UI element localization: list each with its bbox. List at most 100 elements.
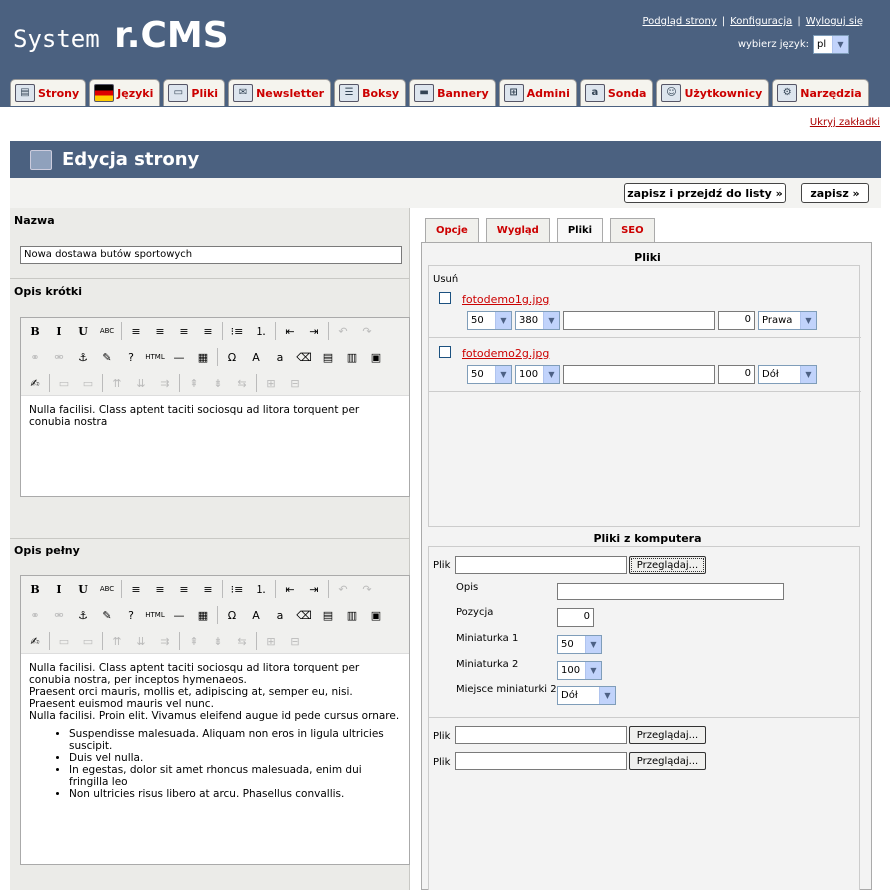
thumb1-select[interactable]: 50 ▼ [467,311,512,330]
file-place-select[interactable]: Dół ▼ [758,365,817,384]
tab-opcje[interactable]: Opcje [425,218,479,242]
logout-link[interactable]: Wyloguj się [806,16,863,27]
tab-pliki-active[interactable]: Pliki [556,218,604,242]
file-path-input[interactable] [455,726,627,744]
mini1-select[interactable]: 50 ▼ [557,635,602,654]
cleanup-icon[interactable]: ✎ [97,605,117,625]
paste-icon[interactable]: ▤ [318,605,338,625]
delete-checkbox[interactable] [439,292,451,304]
link-icon[interactable]: ⚭ [25,347,45,367]
file-desc-input[interactable] [563,365,715,384]
bold-icon[interactable]: B [25,579,45,599]
cleanup-icon[interactable]: ✎ [97,347,117,367]
link-icon[interactable]: ⚭ [25,605,45,625]
delete-row-icon[interactable]: ⇉ [155,631,175,651]
edit-icon[interactable]: ✍ [25,631,45,651]
redo-icon[interactable]: ↷ [357,579,377,599]
undo-icon[interactable]: ↶ [333,321,353,341]
indent-icon[interactable]: ⇥ [304,321,324,341]
tab-uzytkownicy[interactable]: ☺ Użytkownicy [656,79,770,106]
eraser-icon[interactable]: ⌫ [294,605,314,625]
delete-col-icon[interactable]: ⇆ [232,373,252,393]
place-select[interactable]: Dół ▼ [557,686,616,705]
redo-icon[interactable]: ↷ [357,321,377,341]
row-after-icon[interactable]: ⇊ [131,631,151,651]
preview-link[interactable]: Podgląd strony [642,16,716,27]
html-icon[interactable]: HTML [145,347,165,367]
tab-seo[interactable]: SEO [610,218,655,242]
tab-strony[interactable]: ▤ Strony [10,79,87,106]
special-char-icon[interactable]: Ω [222,605,242,625]
edit-icon[interactable]: ✍ [25,373,45,393]
image-icon[interactable]: ▣ [366,347,386,367]
strikethrough-icon[interactable]: ABC [97,321,117,341]
name-input[interactable]: Nowa dostawa butów sportowych [20,246,402,264]
merge-cells-icon[interactable]: ⊟ [285,631,305,651]
full-desc-text[interactable]: Nulla facilisi. Class aptent taciti soci… [21,654,409,808]
split-cells-icon[interactable]: ⊞ [261,373,281,393]
bullet-list-icon[interactable]: ⁝≡ [227,321,247,341]
row-after-icon[interactable]: ⇊ [131,373,151,393]
cell-props-icon[interactable]: ▭ [78,631,98,651]
align-left-icon[interactable]: ≡ [126,321,146,341]
tab-narzedzia[interactable]: ⚙ Narzędzia [772,79,869,106]
underline-icon[interactable]: U [73,579,93,599]
bold-icon[interactable]: B [25,321,45,341]
table-props-icon[interactable]: ▭ [54,373,74,393]
col-after-icon[interactable]: ⇟ [208,373,228,393]
paste-word-icon[interactable]: ▥ [342,605,362,625]
numbered-list-icon[interactable]: ⒈ [251,579,271,599]
merge-cells-icon[interactable]: ⊟ [285,373,305,393]
tab-boksy[interactable]: ☰ Boksy [334,79,407,106]
hr-icon[interactable]: — [169,347,189,367]
help-icon[interactable]: ? [121,347,141,367]
bullet-list-icon[interactable]: ⁝≡ [227,579,247,599]
align-center-icon[interactable]: ≡ [150,321,170,341]
cell-props-icon[interactable]: ▭ [78,373,98,393]
delete-row-icon[interactable]: ⇉ [155,373,175,393]
file-link[interactable]: fotodemo2g.jpg [462,347,549,360]
thumb2-select[interactable]: 100 ▼ [515,365,560,384]
col-before-icon[interactable]: ⇞ [184,373,204,393]
table-icon[interactable]: ▦ [193,605,213,625]
save-and-list-button[interactable]: zapisz i przejdź do listy » [624,183,786,203]
unlink-icon[interactable]: ⚮ [49,605,69,625]
row-before-icon[interactable]: ⇈ [107,373,127,393]
align-center-icon[interactable]: ≡ [150,579,170,599]
short-desc-text[interactable]: Nulla facilisi. Class aptent taciti soci… [21,396,409,436]
file-pos-input[interactable]: 0 [718,311,755,330]
row-before-icon[interactable]: ⇈ [107,631,127,651]
tab-sonda[interactable]: a Sonda [579,79,654,106]
col-after-icon[interactable]: ⇟ [208,631,228,651]
browse-button[interactable]: Przeglądaj... [629,752,706,770]
special-char-icon[interactable]: Ω [222,347,242,367]
thumb1-select[interactable]: 50 ▼ [467,365,512,384]
tab-newsletter[interactable]: ✉ Newsletter [228,79,332,106]
file-path-input[interactable] [455,752,627,770]
style-icon[interactable]: a [270,347,290,367]
underline-icon[interactable]: U [73,321,93,341]
italic-icon[interactable]: I [49,321,69,341]
config-link[interactable]: Konfiguracja [730,16,792,27]
delete-col-icon[interactable]: ⇆ [232,631,252,651]
paste-icon[interactable]: ▤ [318,347,338,367]
anchor-icon[interactable]: ⚓ [73,605,93,625]
file-pos-input[interactable]: 0 [718,365,755,384]
style-icon[interactable]: a [270,605,290,625]
numbered-list-icon[interactable]: ⒈ [251,321,271,341]
thumb2-select[interactable]: 380 ▼ [515,311,560,330]
split-cells-icon[interactable]: ⊞ [261,631,281,651]
justify-icon[interactable]: ≡ [198,321,218,341]
table-icon[interactable]: ▦ [193,347,213,367]
html-icon[interactable]: HTML [145,605,165,625]
table-props-icon[interactable]: ▭ [54,631,74,651]
eraser-icon[interactable]: ⌫ [294,347,314,367]
file-path-input[interactable] [455,556,627,574]
tab-wyglad[interactable]: Wygląd [485,218,550,242]
tab-bannery[interactable]: ▬ Bannery [409,79,496,106]
delete-checkbox[interactable] [439,346,451,358]
outdent-icon[interactable]: ⇤ [280,321,300,341]
browse-button[interactable]: Przeglądaj... [629,556,706,574]
strikethrough-icon[interactable]: ABC [97,579,117,599]
anchor-icon[interactable]: ⚓ [73,347,93,367]
